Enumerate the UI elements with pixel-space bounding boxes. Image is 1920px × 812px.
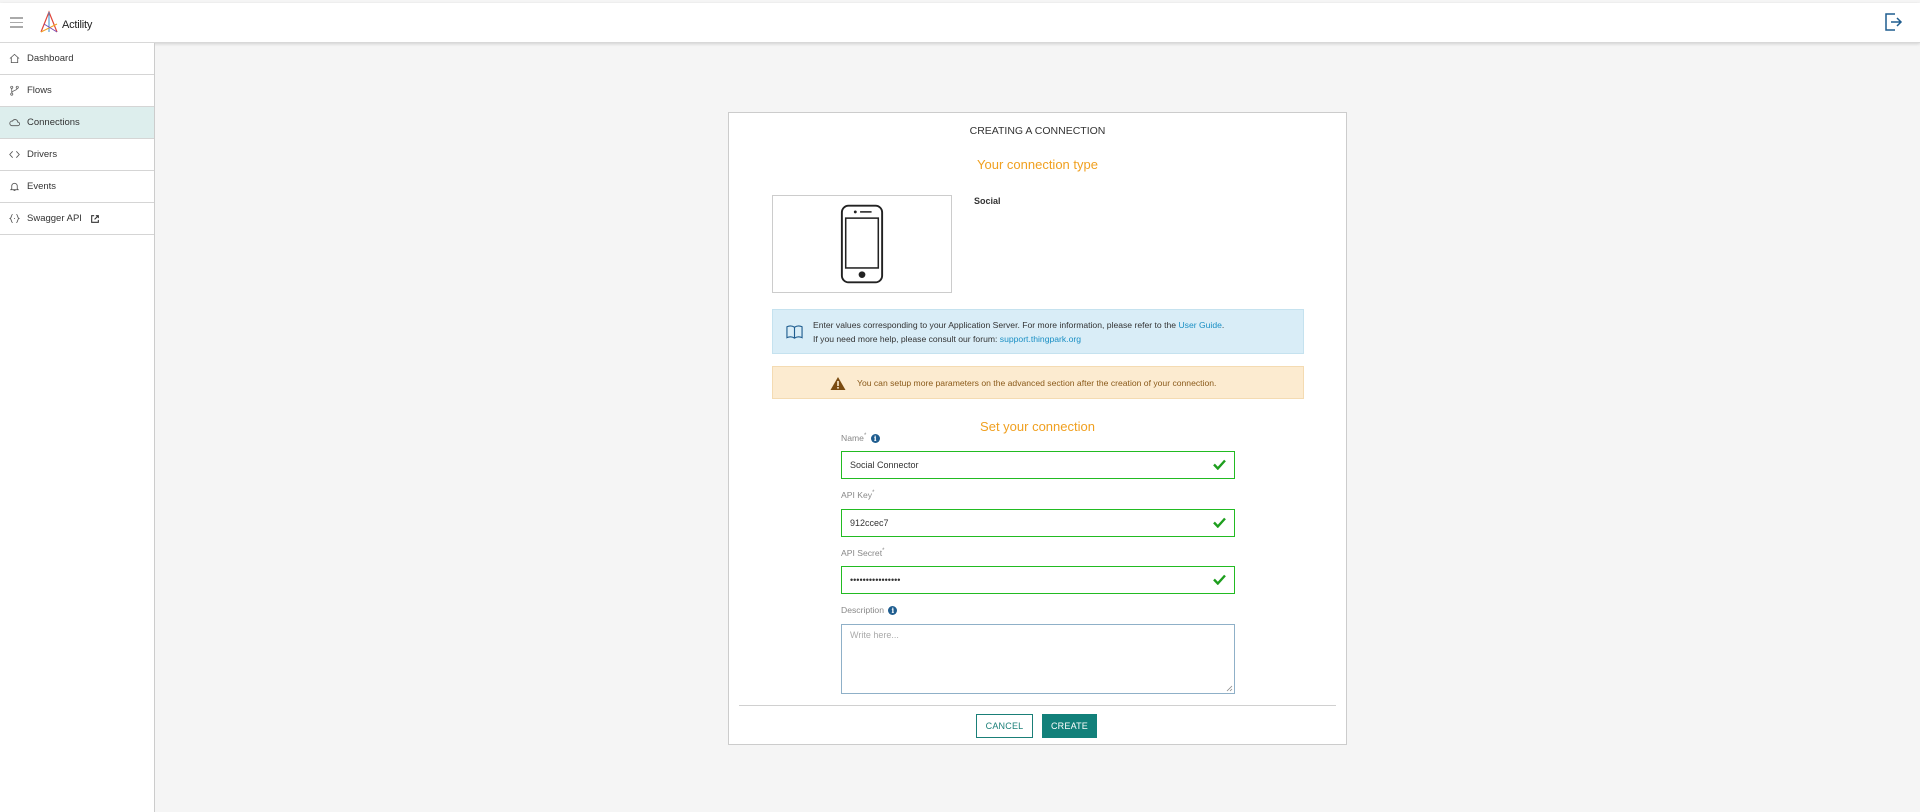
checkmark-icon (1213, 574, 1226, 585)
sidebar-item-label: Dashboard (27, 53, 74, 64)
sidebar-item-drivers[interactable]: Drivers (0, 139, 154, 171)
api-secret-field[interactable] (841, 566, 1235, 594)
sidebar-item-connections[interactable]: Connections (0, 107, 154, 139)
sidebar-item-swagger-api[interactable]: Swagger API (0, 203, 154, 235)
name-label: Name* i (841, 433, 880, 444)
description-textarea[interactable] (842, 625, 1234, 693)
sidebar-item-label: Connections (27, 117, 80, 128)
connection-type-image (772, 195, 952, 293)
name-field[interactable] (841, 451, 1235, 479)
info-icon[interactable]: i (870, 434, 880, 444)
info-alert: Enter values corresponding to your Appli… (772, 309, 1304, 354)
required-marker: * (863, 433, 867, 440)
braces-icon (9, 213, 20, 224)
description-field[interactable] (841, 624, 1235, 694)
required-marker: * (872, 490, 875, 497)
cloud-icon (9, 119, 20, 127)
name-input[interactable] (850, 452, 1190, 477)
footer-divider (739, 705, 1336, 706)
info-text-period: . (1221, 320, 1225, 330)
sidebar-item-label: Events (27, 181, 57, 192)
warning-text: You can setup more parameters on the adv… (857, 378, 1217, 388)
description-label-text: Description (841, 605, 884, 615)
info-text-line2: If you need more help, please consult ou… (813, 334, 1000, 344)
branch-icon (10, 85, 19, 96)
api-key-input[interactable] (850, 510, 1190, 535)
forum-link[interactable]: support.thingpark.org (1000, 334, 1081, 344)
create-connection-dialog: CREATING A CONNECTION Your connection ty… (728, 112, 1347, 745)
description-label: Description i (841, 605, 898, 616)
book-icon (786, 325, 803, 339)
home-icon (9, 53, 20, 64)
api-key-label: API Key* (841, 490, 874, 500)
checkmark-icon (1213, 459, 1226, 470)
top-header: Actility (0, 3, 1920, 43)
sidebar-item-label: Drivers (27, 149, 58, 160)
api-secret-label-text: API Secret (841, 548, 883, 558)
logout-icon[interactable] (1882, 11, 1904, 33)
set-connection-heading: Set your connection (980, 419, 1095, 434)
sidebar-item-label: Flows (27, 85, 52, 96)
sidebar-item-dashboard[interactable]: Dashboard (0, 43, 154, 75)
api-secret-label: API Secret* (841, 548, 884, 558)
connection-type-label: Social (974, 196, 1001, 206)
sidebar-item-flows[interactable]: Flows (0, 75, 154, 107)
required-marker: * (882, 548, 885, 555)
name-label-text: Name (841, 433, 864, 443)
info-icon[interactable]: i (888, 606, 898, 616)
create-button[interactable]: CREATE (1042, 714, 1097, 738)
api-key-label-text: API Key (841, 490, 873, 500)
dialog-title: CREATING A CONNECTION (969, 125, 1106, 137)
info-alert-text: Enter values corresponding to your Appli… (813, 318, 1224, 346)
smartphone-icon (840, 204, 884, 284)
sidebar-item-events[interactable]: Events (0, 171, 154, 203)
api-secret-input[interactable] (850, 567, 1190, 592)
warning-alert: You can setup more parameters on the adv… (772, 366, 1304, 399)
hamburger-menu-icon[interactable] (10, 17, 23, 29)
sidebar-item-label: Swagger API (27, 213, 82, 224)
resize-handle-icon[interactable] (1225, 684, 1233, 692)
sidebar: Dashboard Flows Connections Drivers Even… (0, 43, 155, 812)
brand-logo[interactable]: Actility (38, 10, 92, 34)
connection-type-heading: Your connection type (977, 157, 1098, 172)
cancel-button[interactable]: CANCEL (976, 714, 1033, 738)
external-link-icon[interactable] (90, 214, 100, 224)
actility-logo-icon (40, 10, 58, 33)
code-icon (9, 151, 20, 158)
brand-name: Actility (62, 18, 93, 31)
api-key-field[interactable] (841, 509, 1235, 537)
checkmark-icon (1213, 517, 1226, 528)
bell-icon (9, 182, 20, 192)
user-guide-link[interactable]: User Guide (1178, 320, 1221, 330)
warning-triangle-icon (830, 377, 846, 390)
info-text-line1: Enter values corresponding to your Appli… (813, 320, 1179, 330)
